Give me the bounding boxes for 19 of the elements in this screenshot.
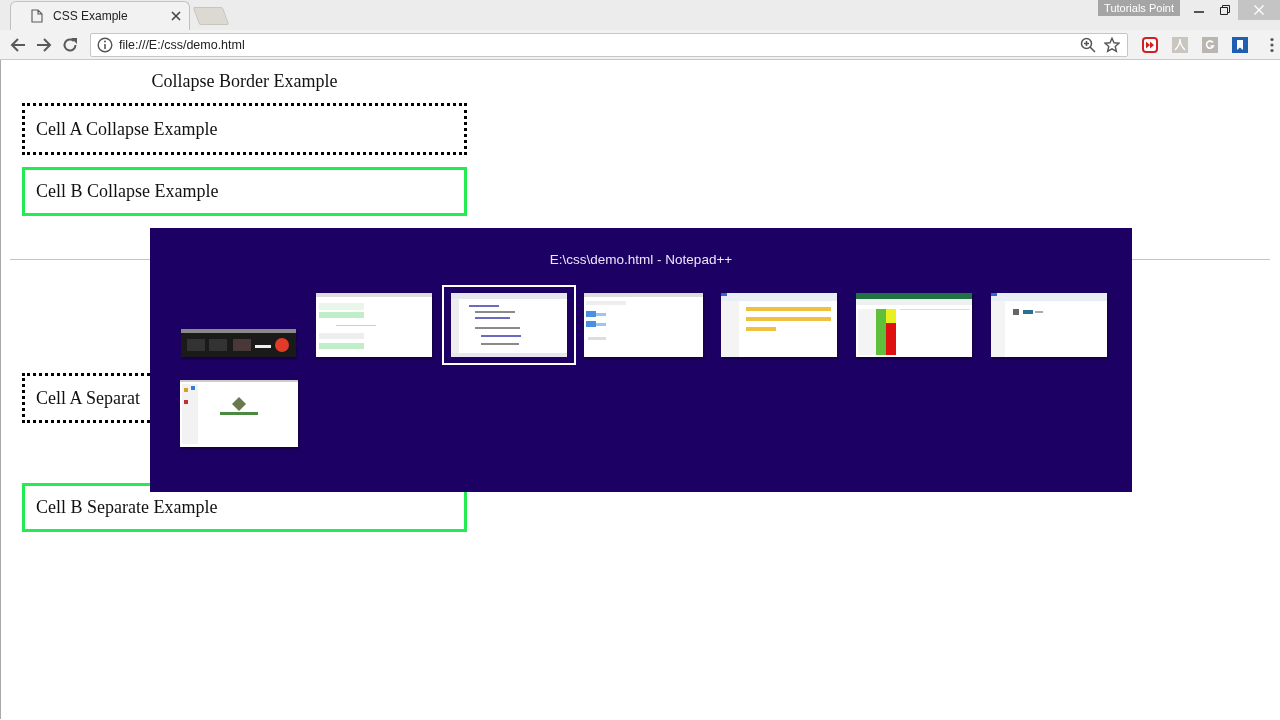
zoom-icon[interactable] <box>1080 36 1096 53</box>
extension-icon[interactable] <box>1142 36 1158 53</box>
address-text: file:///E:/css/demo.html <box>119 37 245 52</box>
forward-arrow-icon[interactable] <box>36 36 52 53</box>
browser-tab[interactable]: CSS Example <box>10 1 190 30</box>
info-icon <box>97 36 113 53</box>
page-icon <box>31 9 43 23</box>
table-cell: Cell A Collapse Example <box>22 103 467 155</box>
close-icon[interactable] <box>171 11 181 21</box>
window-title: E:\css\demo.html - Notepad++ <box>548 251 734 269</box>
table-cell: Cell B Collapse Example <box>22 167 467 216</box>
menu-icon[interactable] <box>1270 36 1274 53</box>
table-caption: Collapse Border Example <box>150 70 339 92</box>
address-bar[interactable]: file:///E:/css/demo.html <box>90 32 1128 57</box>
reload-icon[interactable] <box>62 36 78 53</box>
star-icon[interactable] <box>1104 36 1120 53</box>
bookmark-icon[interactable] <box>1232 36 1248 53</box>
tab-title: CSS Example <box>53 9 129 23</box>
back-arrow-icon[interactable] <box>10 36 26 53</box>
